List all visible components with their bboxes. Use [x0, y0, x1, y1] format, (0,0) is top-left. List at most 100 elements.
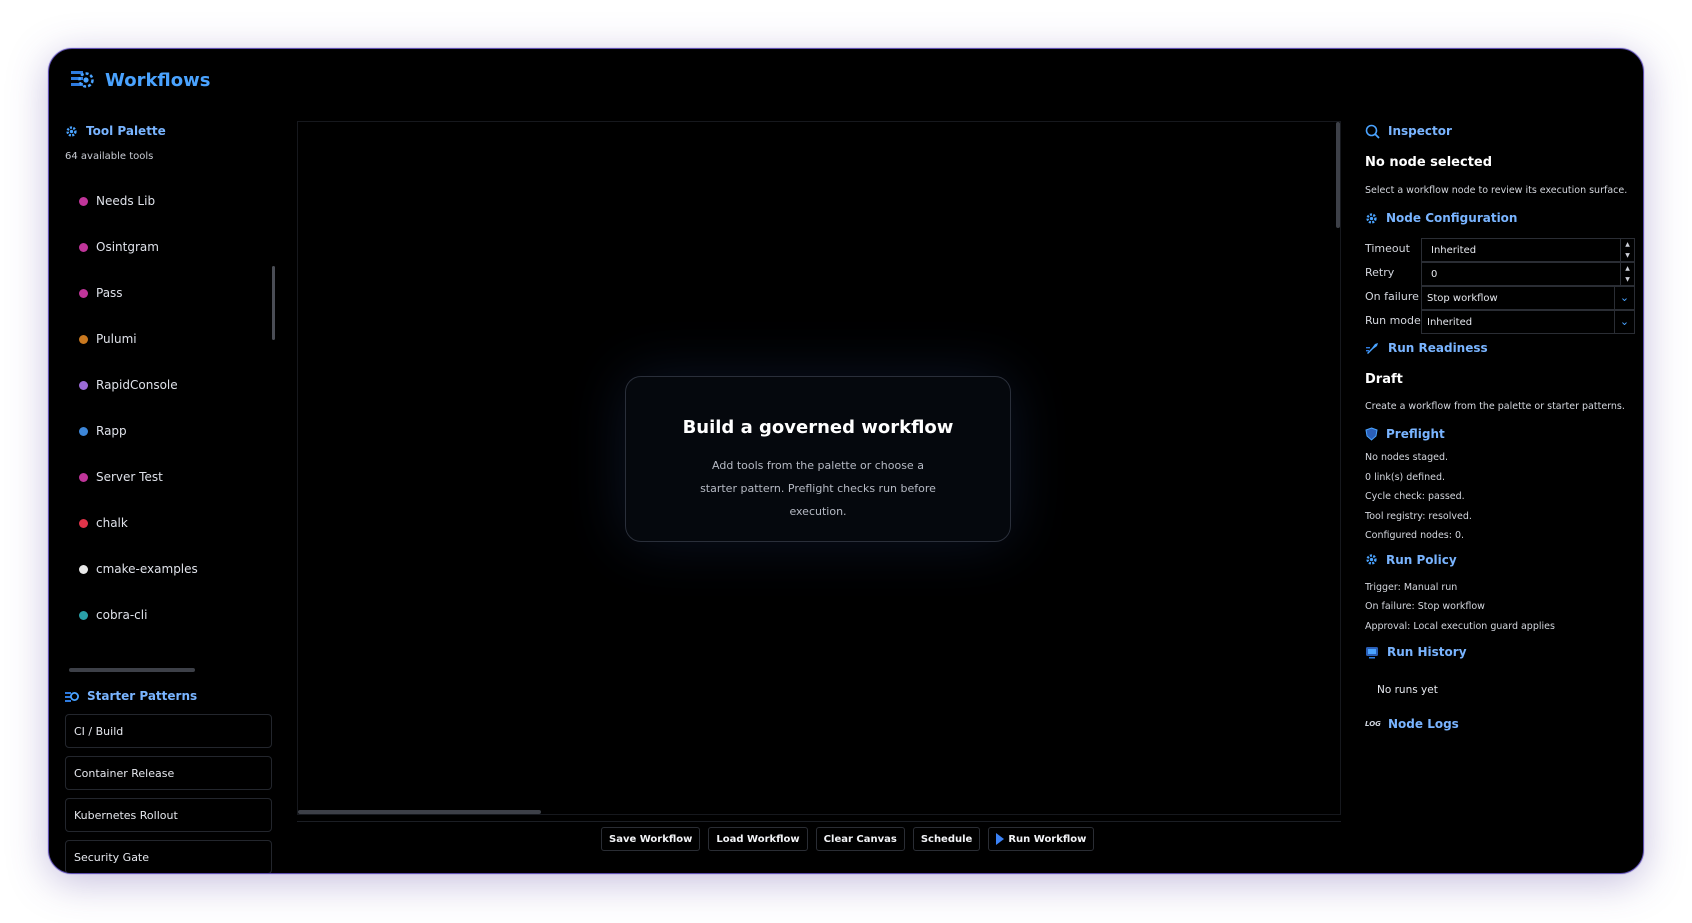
- tool-icon: [79, 380, 88, 390]
- retry-input[interactable]: 0 ▲ ▼: [1421, 262, 1635, 286]
- tool-item[interactable]: chalk: [65, 500, 277, 546]
- chevron-down-icon: ⌄: [1614, 287, 1634, 309]
- preflight-item: Cycle check: passed.: [1365, 491, 1465, 502]
- node-config-form: Timeout Inherited ▲ ▼ Retry 0 ▲ ▼ On failu…: [1365, 236, 1635, 334]
- clear-canvas-button[interactable]: Clear Canvas: [815, 827, 905, 851]
- tool-item[interactable]: Rapp: [65, 408, 277, 454]
- runmode-label: Run mode: [1365, 313, 1421, 327]
- canvas-horizontal-scrollbar[interactable]: [298, 810, 541, 814]
- starter-pattern-button[interactable]: CI / Build: [65, 714, 272, 748]
- app-title: Workflows: [105, 69, 211, 91]
- starter-pattern-button[interactable]: Kubernetes Rollout: [65, 798, 272, 832]
- policy-item: Trigger: Manual run: [1365, 581, 1458, 593]
- tool-list[interactable]: Needs Lib Osintgram Pass Pulumi RapidConsole…: [65, 178, 277, 656]
- tool-palette-header: Tool Palette: [65, 121, 277, 141]
- save-workflow-button[interactable]: Save Workflow: [601, 827, 701, 851]
- runmode-row: Run mode Inherited ⌄: [1365, 308, 1635, 334]
- retry-stepper[interactable]: ▲ ▼: [1620, 263, 1634, 285]
- canvas-vertical-scrollbar[interactable]: [1336, 122, 1340, 228]
- node-config-title: Node Configuration: [1386, 211, 1518, 225]
- tool-label: chalk: [96, 516, 128, 530]
- onfailure-label: On failure: [1365, 289, 1419, 303]
- inspector-panel: Inspector No node selected Select a work…: [1365, 121, 1635, 734]
- tool-label: Server Test: [96, 470, 163, 484]
- tool-list-scrollbar[interactable]: [272, 266, 275, 340]
- run-history-title: Run History: [1387, 645, 1467, 659]
- onfailure-row: On failure Stop workflow ⌄: [1365, 284, 1635, 310]
- chevron-down-icon: ⌄: [1614, 311, 1634, 333]
- preflight-item: Configured nodes: 0.: [1365, 530, 1465, 541]
- empty-state-title: Build a governed workflow: [682, 417, 954, 438]
- tool-icon: [79, 472, 88, 482]
- starter-patterns-header: Starter Patterns: [65, 686, 277, 706]
- timeout-input[interactable]: Inherited ▲ ▼: [1421, 238, 1635, 262]
- run-workflow-label: Run Workflow: [1008, 833, 1087, 845]
- tool-item[interactable]: Pass: [65, 270, 277, 316]
- node-logs-title: Node Logs: [1388, 717, 1459, 731]
- no-node-description: Select a workflow node to review its exe…: [1365, 185, 1628, 196]
- tool-item[interactable]: cmake-examples: [65, 546, 277, 592]
- run-history-empty: No runs yet: [1377, 684, 1438, 696]
- tool-item[interactable]: RapidConsole: [65, 362, 277, 408]
- no-node-title: No node selected: [1365, 155, 1493, 170]
- tool-label: RapidConsole: [96, 378, 178, 392]
- shield-icon: [1365, 427, 1378, 441]
- readiness-status: Draft: [1365, 372, 1403, 387]
- preflight-title: Preflight: [1386, 427, 1445, 441]
- run-policy-title: Run Policy: [1386, 552, 1457, 567]
- tool-label: Pass: [96, 286, 123, 300]
- onfailure-value: Stop workflow: [1427, 292, 1498, 304]
- starter-patterns-title: Starter Patterns: [87, 689, 198, 703]
- schedule-button[interactable]: Schedule: [912, 827, 981, 851]
- run-workflow-button[interactable]: Run Workflow: [988, 827, 1095, 851]
- run-history-header: Run History: [1365, 642, 1635, 662]
- tool-icon: [79, 288, 88, 298]
- tool-count: 64 available tools: [65, 151, 154, 162]
- load-workflow-button[interactable]: Load Workflow: [708, 827, 808, 851]
- inspector-header: Inspector: [1365, 121, 1635, 141]
- starter-pattern-list: CI / Build Container Release Kubernetes Ro…: [65, 714, 277, 873]
- tool-label: Needs Lib: [96, 194, 156, 208]
- preflight-item: Tool registry: resolved.: [1365, 510, 1472, 522]
- patterns-icon: [65, 691, 79, 702]
- preflight-list: No nodes staged. 0 link(s) defined. Cycle …: [1365, 448, 1635, 546]
- starter-pattern-button[interactable]: Container Release: [65, 756, 272, 790]
- tool-icon: [79, 564, 88, 574]
- history-icon: [1366, 646, 1378, 658]
- tool-label: Rapp: [96, 424, 127, 438]
- onfailure-select[interactable]: Stop workflow ⌄: [1421, 286, 1635, 310]
- inspector-title: Inspector: [1388, 124, 1452, 138]
- preflight-item: No nodes staged.: [1365, 452, 1449, 463]
- timeout-label: Timeout: [1365, 241, 1410, 255]
- workflow-canvas[interactable]: Build a governed workflow Add tools from…: [297, 121, 1341, 815]
- gear-icon: [1366, 212, 1377, 224]
- tool-icon: [79, 334, 88, 344]
- tool-palette-title: Tool Palette: [86, 124, 166, 138]
- preflight-header: Preflight: [1365, 424, 1635, 444]
- tool-label: cobra-cli: [96, 608, 148, 622]
- gear-icon: [1366, 554, 1377, 565]
- runmode-value: Inherited: [1427, 316, 1473, 328]
- tool-item[interactable]: cobra-cli: [65, 592, 277, 638]
- policy-item: On failure: Stop workflow: [1365, 601, 1485, 612]
- gear-icon: [66, 125, 77, 137]
- tool-icon: [79, 196, 88, 206]
- log-icon: LOG: [1365, 720, 1381, 728]
- run-policy-header: Run Policy: [1365, 550, 1635, 570]
- runmode-select[interactable]: Inherited ⌄: [1421, 310, 1635, 334]
- canvas-footer-divider: [297, 821, 1341, 822]
- timeout-stepper[interactable]: ▲ ▼: [1620, 239, 1634, 261]
- tool-item[interactable]: Osintgram: [65, 224, 277, 270]
- left-sidebar: Tool Palette 64 available tools Needs Li…: [65, 121, 277, 873]
- tool-label: Osintgram: [96, 240, 159, 254]
- tool-list-horizontal-scrollbar[interactable]: [69, 668, 195, 672]
- tool-item[interactable]: Server Test: [65, 454, 277, 500]
- starter-pattern-button[interactable]: Security Gate: [65, 840, 272, 873]
- timeout-row: Timeout Inherited ▲ ▼: [1365, 236, 1635, 262]
- tool-item[interactable]: Needs Lib: [65, 178, 277, 224]
- play-icon: [996, 833, 1005, 845]
- tool-item[interactable]: Pulumi: [65, 316, 277, 362]
- tool-icon: [79, 426, 88, 436]
- retry-label: Retry: [1365, 265, 1395, 279]
- retry-row: Retry 0 ▲ ▼: [1365, 260, 1635, 286]
